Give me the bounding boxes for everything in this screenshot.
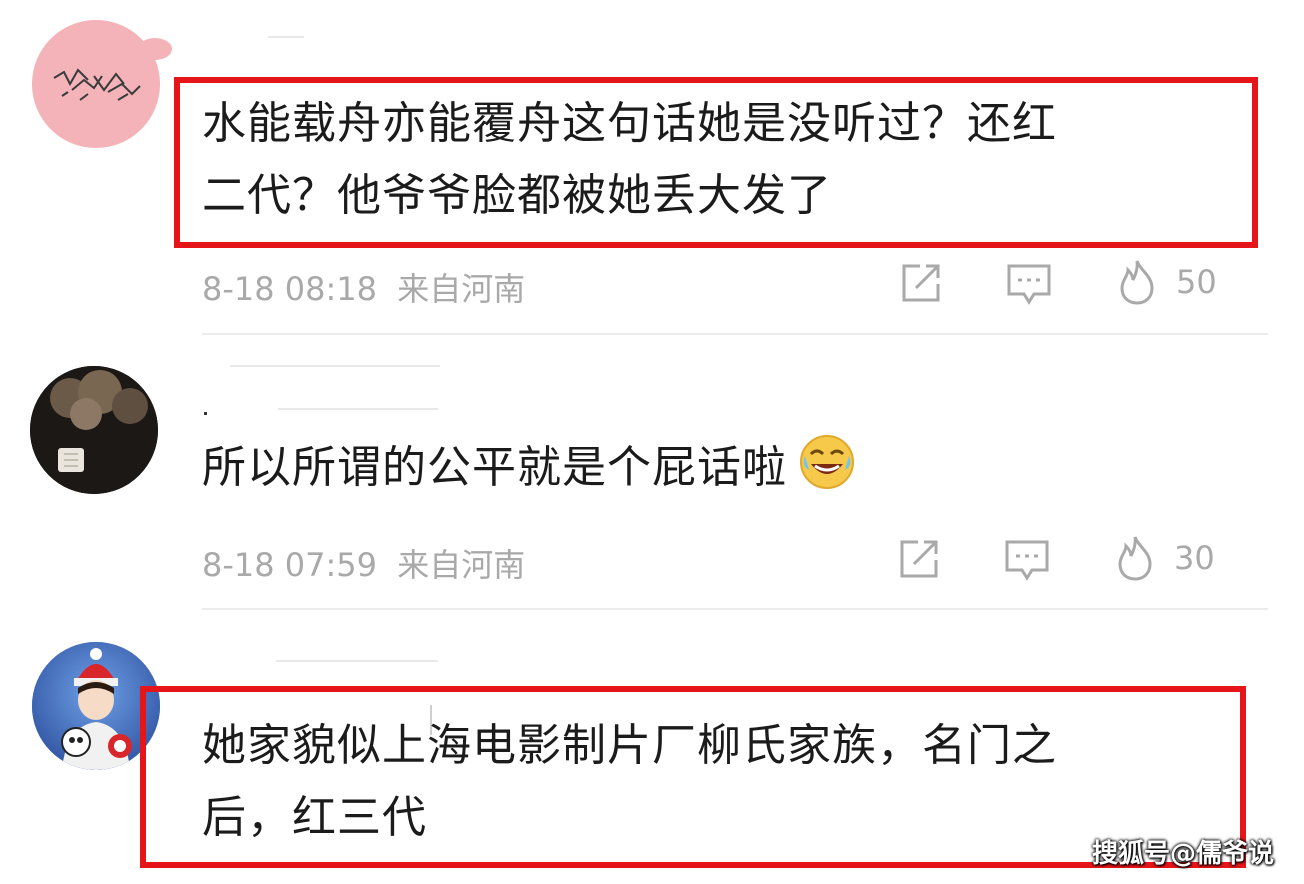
dot	[204, 412, 207, 415]
avatar[interactable]	[30, 366, 158, 494]
share-icon	[900, 540, 938, 578]
comment-location: 来自河南	[397, 546, 526, 584]
comment-icon	[1005, 540, 1049, 581]
comment-text-line: 后，红三代	[202, 792, 427, 843]
like-count: 30	[1174, 539, 1215, 577]
comment-icon	[1007, 264, 1051, 305]
comment-date: 8-18 08:18	[202, 270, 378, 308]
username-placeholder[interactable]	[230, 365, 440, 367]
avatar-bubble-tail	[138, 38, 172, 60]
comment-text-line: 所以所谓的公平就是个屁话啦	[202, 442, 787, 493]
watermark: 搜狐号@儒爷说	[1091, 839, 1274, 869]
comment-location: 来自河南	[397, 270, 526, 308]
comment-text: 所以所谓的公平就是个屁话啦	[202, 432, 855, 504]
username-placeholder[interactable]	[278, 408, 438, 410]
comment-meta: 8-18 08:18 来自河南	[202, 264, 525, 310]
avatar[interactable]	[32, 20, 160, 148]
divider	[202, 608, 1268, 610]
like-count: 50	[1176, 263, 1217, 301]
share-button[interactable]	[900, 262, 944, 304]
reply-button[interactable]	[1006, 262, 1052, 306]
comment-text: 水能载舟亦能覆舟这句话她是没听过？还红 二代？他爷爷脸都被她丢大发了	[202, 88, 1057, 232]
comment-text-line: 她家貌似上海电影制片厂柳氏家族，名门之	[202, 720, 1057, 771]
like-button[interactable]: 50	[1116, 258, 1217, 306]
comment-text-line: 水能载舟亦能覆舟这句话她是没听过？还红	[202, 98, 1057, 149]
comment-meta: 8-18 07:59 来自河南	[202, 540, 525, 586]
share-button[interactable]	[898, 538, 942, 580]
laughing-crying-emoji	[800, 435, 854, 489]
username-placeholder[interactable]	[276, 660, 438, 662]
like-fire-icon	[1120, 260, 1154, 305]
reply-button[interactable]	[1004, 538, 1050, 582]
comment-item-1: 水能载舟亦能覆舟这句话她是没听过？还红 二代？他爷爷脸都被她丢大发了 8-18 …	[0, 0, 1304, 335]
like-fire-icon	[1118, 536, 1152, 581]
share-icon	[902, 264, 940, 302]
comment-text: 她家貌似上海电影制片厂柳氏家族，名门之 后，红三代	[202, 710, 1057, 854]
comment-text-line: 二代？他爷爷脸都被她丢大发了	[202, 170, 832, 221]
divider	[202, 333, 1268, 335]
like-button[interactable]: 30	[1114, 534, 1215, 582]
comment-date: 8-18 07:59	[202, 546, 378, 584]
username-placeholder[interactable]	[268, 36, 304, 38]
